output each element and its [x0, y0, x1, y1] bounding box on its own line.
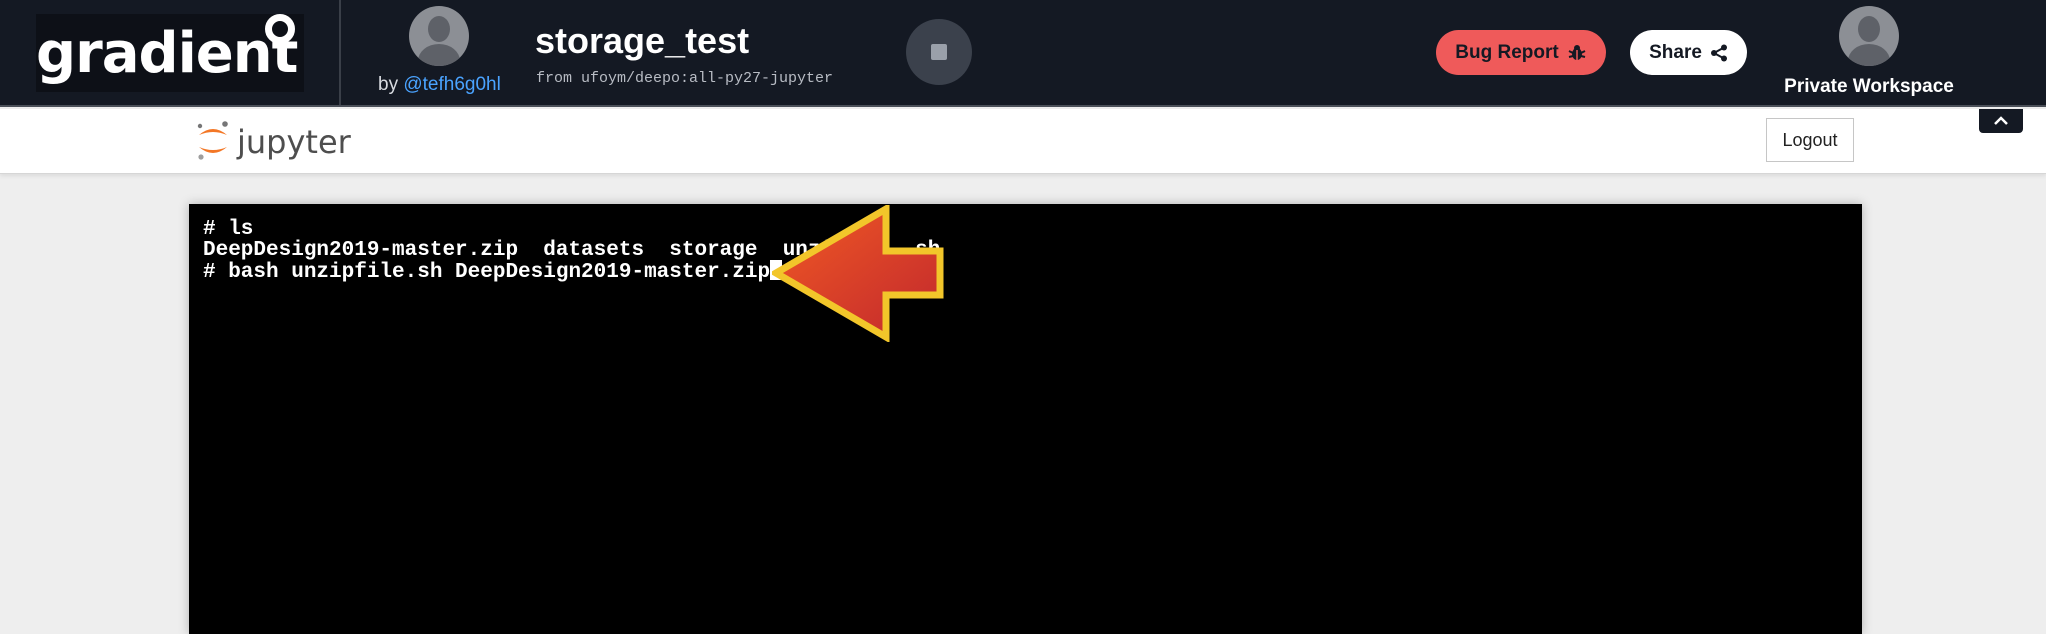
workspace-avatar[interactable] [1839, 6, 1899, 66]
annotation-arrow-icon [772, 205, 944, 342]
stop-icon [931, 44, 947, 60]
header-divider [339, 0, 341, 105]
app-topbar: gradient by @tefh6g0hl storage_test from… [0, 0, 2046, 107]
chevron-up-icon [1994, 116, 2008, 125]
collapse-header-button[interactable] [1979, 109, 2023, 133]
terminal[interactable]: # ls DeepDesign2019-master.zip datasets … [189, 204, 1862, 634]
container-source: from ufoym/deepo:all-py27-jupyter [536, 70, 834, 87]
terminal-line-1: # ls [203, 218, 254, 241]
owner-avatar[interactable] [409, 6, 469, 66]
owner-handle-link[interactable]: @tefh6g0hl [403, 74, 500, 95]
owner-prefix: by [378, 74, 399, 95]
logo-dot-icon [265, 14, 295, 44]
terminal-command: # bash unzipfile.sh DeepDesign2019-maste… [203, 261, 771, 284]
notebook-title: storage_test [535, 20, 750, 61]
jupyter-logo[interactable]: jupyter [195, 117, 355, 165]
bug-icon [1568, 44, 1586, 60]
jupyter-header: jupyter Logout [0, 109, 2046, 174]
share-label: Share [1649, 41, 1702, 63]
jupyter-logo-icon [197, 121, 228, 160]
terminal-line-3: # bash unzipfile.sh DeepDesign2019-maste… [203, 260, 783, 284]
share-icon [1710, 44, 1727, 61]
jupyter-logo-text: jupyter [237, 123, 351, 161]
owner-line: by @tefh6g0hl [378, 74, 501, 96]
bug-report-label: Bug Report [1455, 41, 1559, 63]
workspace-label[interactable]: Private Workspace [1784, 76, 1954, 98]
share-button[interactable]: Share [1630, 30, 1747, 75]
logo-text: gradient [36, 21, 298, 86]
stop-button[interactable] [906, 19, 972, 85]
logout-button[interactable]: Logout [1766, 118, 1854, 162]
terminal-line-2-text: DeepDesign2019-master.zip datasets stora… [203, 239, 834, 262]
bug-report-button[interactable]: Bug Report [1436, 30, 1606, 75]
gradient-logo[interactable]: gradient [36, 14, 304, 92]
